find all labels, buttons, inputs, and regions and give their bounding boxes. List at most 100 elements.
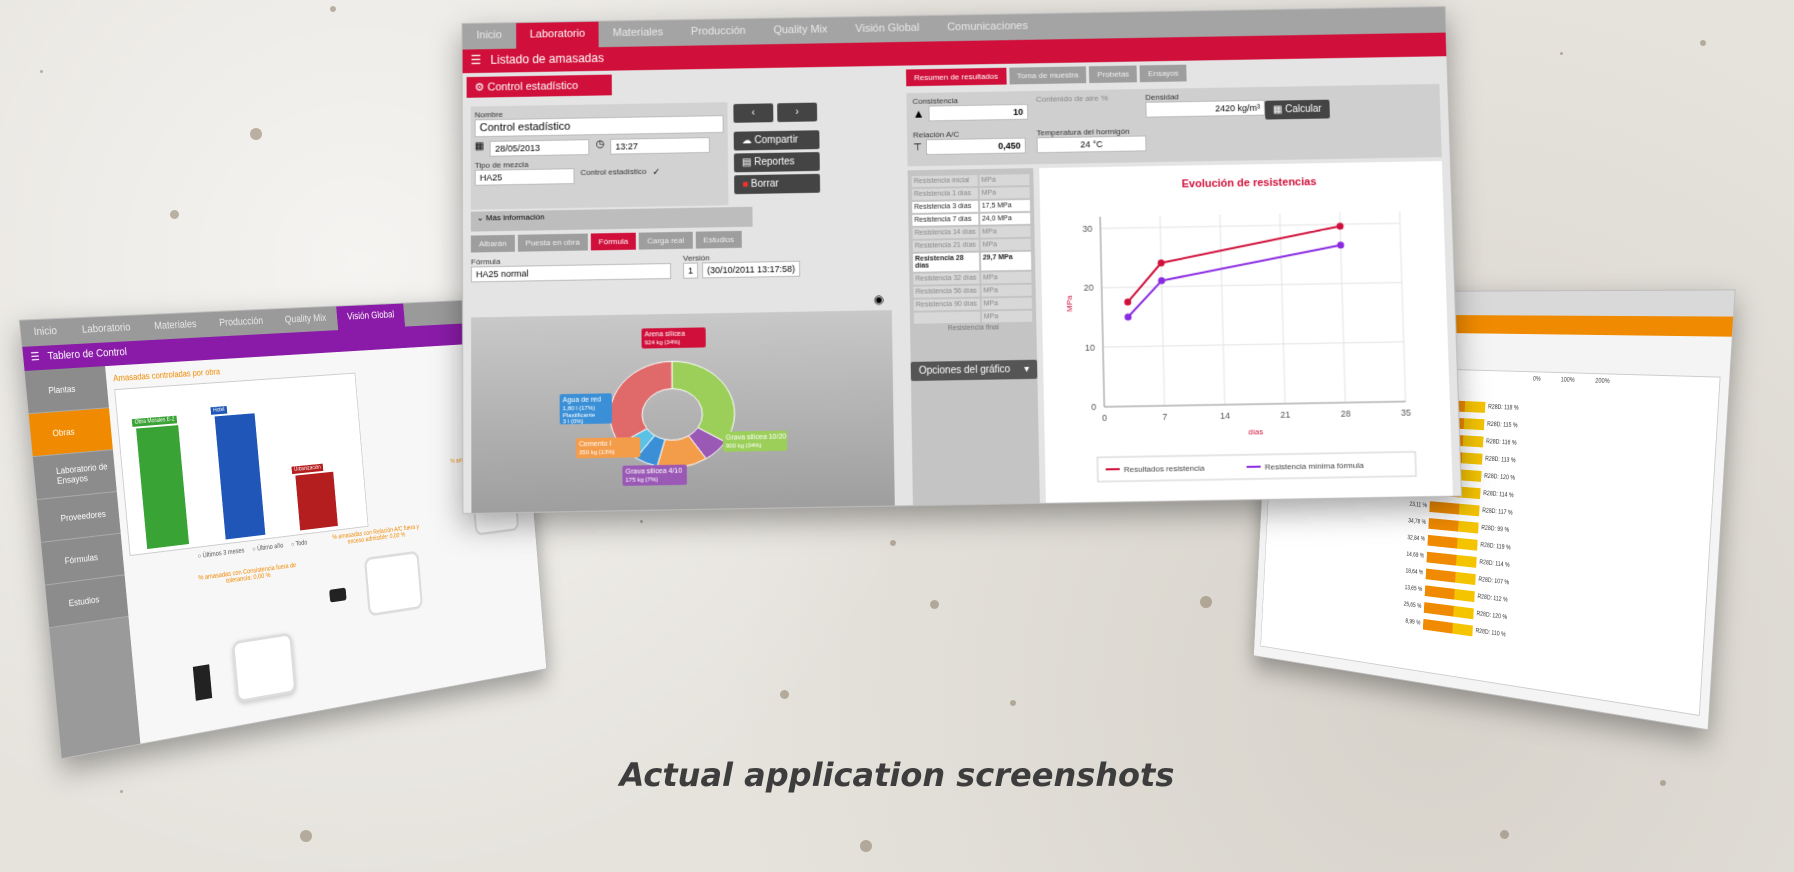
resistance-label: Resistencia 14 días <box>912 226 979 239</box>
resistance-list: Resistencia inicial MPa Resistencia 1 días… <box>907 168 1041 512</box>
list-icon[interactable]: ☰ <box>471 53 482 67</box>
dashboard-nav-tab[interactable]: Visión Global <box>335 303 406 331</box>
version-date[interactable]: (30/10/2011 13:17:58) <box>702 260 801 279</box>
resistance-row: Resistencia 21 días MPa <box>912 238 1031 252</box>
row-percent: 18,64 % <box>1405 567 1424 577</box>
dashboard-side-item[interactable]: Estudios <box>45 575 129 629</box>
ac-field[interactable]: 0,450 <box>925 137 1026 156</box>
next-button[interactable]: › <box>777 102 818 123</box>
dashboard-nav-tab[interactable]: Producción <box>207 309 275 337</box>
row-percent: 23,11 % <box>1409 501 1427 509</box>
dashboard-nav-tab[interactable]: Inicio <box>20 319 71 347</box>
more-info-row[interactable]: ⌄ Más información <box>470 206 753 232</box>
name-field[interactable]: Control estadístico <box>474 115 724 138</box>
main-nav-tab[interactable]: Comunicaciones <box>933 14 1042 41</box>
lower-tab[interactable]: Fórmula <box>590 232 637 251</box>
resistance-value[interactable]: MPa <box>979 187 1030 199</box>
series-point[interactable] <box>1336 222 1344 230</box>
share-icon: ☁ <box>741 135 755 147</box>
resistance-value[interactable]: MPa <box>981 297 1033 310</box>
delete-button[interactable]: ■ Borrar <box>734 173 821 195</box>
prev-button[interactable]: ‹ <box>733 103 774 123</box>
resistance-value[interactable]: 29,7 MPa <box>980 251 1032 271</box>
temp-field[interactable]: 24 °C <box>1036 135 1147 154</box>
results-tab[interactable]: Toma de muestra <box>1008 66 1087 85</box>
dashboard-nav-tab[interactable]: Quality Mix <box>273 307 338 334</box>
resistance-value[interactable]: MPa <box>979 174 1030 186</box>
resistance-value[interactable]: MPa <box>980 271 1032 284</box>
lower-tab[interactable]: Albarán <box>470 234 515 253</box>
donut-label-text: Arena silícea <box>645 331 686 339</box>
main-nav-tab[interactable]: Materiales <box>599 20 677 47</box>
bar[interactable] <box>214 413 266 540</box>
dashboard-side-item[interactable]: Obras <box>28 408 113 458</box>
consistency-field[interactable]: 10 <box>928 103 1029 122</box>
dashboard-title: Tablero de Control <box>47 346 128 363</box>
mix-type-field[interactable]: HA25 <box>474 168 575 186</box>
donut-chart: Arena silícea924 kg (34%) Agua de red 1,80… <box>559 327 788 486</box>
statistics-icon: ⚙ <box>474 81 485 94</box>
share-button[interactable]: ☁ Compartir <box>733 130 820 151</box>
lower-tab[interactable]: Carga real <box>638 231 693 250</box>
speck <box>1500 830 1509 839</box>
main-nav-tab[interactable]: Quality Mix <box>759 17 841 44</box>
check-icon[interactable]: ✓ <box>653 167 661 183</box>
results-tab[interactable]: Probetas <box>1089 65 1138 84</box>
row-resistance: R28D: 112 % <box>1477 593 1508 604</box>
lower-tab[interactable]: Estudios <box>695 230 743 249</box>
main-nav-tab[interactable]: Producción <box>677 19 760 46</box>
table-col-label: 100% <box>1560 376 1575 384</box>
resistance-value[interactable]: MPa <box>980 225 1031 238</box>
y-tick-label: 0 <box>1091 402 1096 412</box>
caption: Actual application screenshots <box>619 756 1175 794</box>
dashboard-nav-tab[interactable]: Laboratorio <box>68 315 143 344</box>
menu-icon[interactable]: ☰ <box>30 351 40 364</box>
table-col-label: 0% <box>1532 376 1541 383</box>
bar[interactable] <box>295 471 338 531</box>
resistance-value[interactable]: 17,5 MPa <box>979 199 1031 212</box>
results-tab[interactable]: Ensayos <box>1139 64 1187 83</box>
resistance-value[interactable]: MPa <box>980 238 1031 251</box>
dashboard-side-item[interactable]: Plantas <box>24 366 110 415</box>
resistance-label: Resistencia 7 días <box>912 213 979 226</box>
main-nav-tab[interactable]: Inicio <box>463 23 516 49</box>
grid-line <box>1103 342 1404 347</box>
results-tab[interactable]: Resumen de resultados <box>905 67 1007 87</box>
donut-label-text: Grava silícea 10/20 <box>726 434 787 442</box>
main-nav-tab[interactable]: Visión Global <box>841 16 933 43</box>
eye-icon[interactable]: ◉ <box>873 292 884 306</box>
row-percent: 8,99 % <box>1405 618 1421 627</box>
y-axis-label: MPa <box>1065 295 1074 312</box>
main-nav-tab[interactable]: Laboratorio <box>515 21 599 49</box>
resistance-value[interactable]: 24,0 MPa <box>979 212 1031 225</box>
radio-option[interactable]: ○ Últimos 3 meses <box>197 548 244 560</box>
date-field[interactable]: 28/05/2013 <box>490 139 590 157</box>
donut-slice[interactable] <box>610 361 673 444</box>
formula-field[interactable]: HA25 normal <box>470 262 672 283</box>
dashboard-nav-tab[interactable]: Materiales <box>141 312 209 340</box>
grid-line <box>1160 216 1165 406</box>
resistance-value[interactable]: MPa <box>981 310 1033 323</box>
reports-button[interactable]: ▤ Reportes <box>733 152 820 173</box>
chart-options-select[interactable]: Opciones del gráfico ▾ <box>910 359 1038 382</box>
series-point[interactable] <box>1337 241 1345 249</box>
bar[interactable] <box>136 425 190 550</box>
donut-label-sub: 900 kg (34%) <box>726 443 762 450</box>
lower-tabs: Albarán Puesta en obra Fórmula Carga real Es… <box>470 230 743 253</box>
chevron-down-icon: ▾ <box>1024 363 1030 376</box>
main-window: Inicio Laboratorio Materiales Producción Qua… <box>461 6 1463 515</box>
lower-tab[interactable]: Puesta en obra <box>517 233 588 252</box>
clock-icon[interactable]: ◷ <box>596 139 605 155</box>
gauge-2 <box>363 550 424 617</box>
gauge-1-title: % amasadas con Consistencia fuera de tol… <box>197 562 297 585</box>
version-number[interactable]: 1 <box>683 262 699 279</box>
speck <box>1560 52 1563 55</box>
resistance-value[interactable]: MPa <box>981 284 1032 297</box>
time-field[interactable]: 13:27 <box>610 137 711 155</box>
density-field[interactable]: 2420 kg/m³ <box>1145 99 1266 118</box>
radio-option[interactable]: ○ Todo <box>291 540 308 548</box>
row-resistance: R28D: 118 % <box>1487 403 1519 412</box>
calculate-button[interactable]: ▦ Calcular <box>1264 99 1330 120</box>
radio-option[interactable]: ○ Último año <box>252 543 284 553</box>
calendar-icon[interactable]: ▦ <box>475 141 484 157</box>
